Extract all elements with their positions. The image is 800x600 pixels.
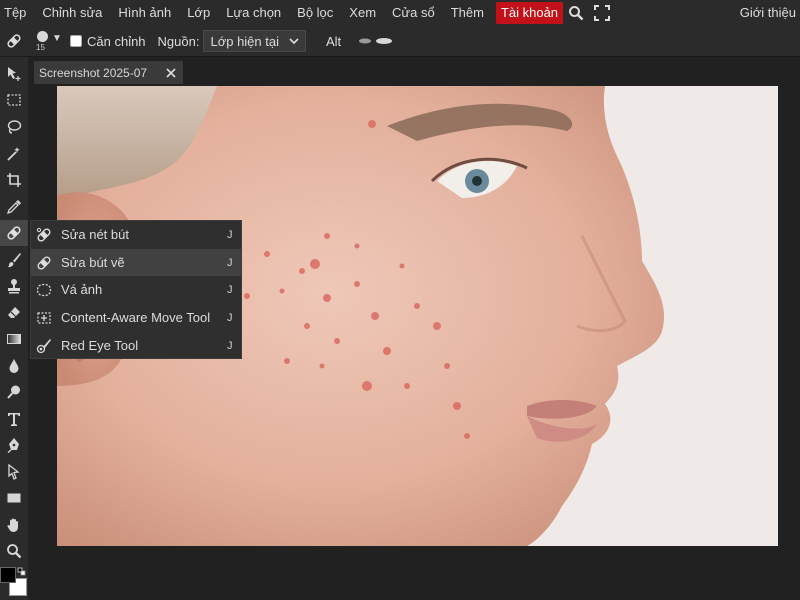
gradient-icon[interactable]	[0, 326, 28, 352]
swap-colors-icon[interactable]	[17, 567, 26, 576]
healing-tools-flyout: Sửa nét bút J Sửa bút vẽ J Vá ảnh J Cont…	[30, 220, 242, 359]
menu-bar: Tệp Chỉnh sửa Hình ảnh Lớp Lựa chọn Bộ l…	[0, 0, 800, 26]
dodge-icon[interactable]	[0, 379, 28, 405]
move-icon[interactable]	[0, 61, 28, 87]
brush-size-value: 15	[36, 43, 45, 52]
document-tab-title: Screenshot 2025-07	[39, 65, 148, 80]
hand-icon[interactable]	[0, 512, 28, 538]
menu-view[interactable]: Xem	[341, 2, 384, 24]
source-label: Nguồn:	[157, 33, 200, 49]
brush-tip-icon	[37, 31, 48, 42]
content-aware-move-icon	[37, 311, 51, 324]
flyout-item-shortcut: J	[227, 283, 233, 296]
chevron-down-icon: ▼	[52, 33, 62, 44]
fullscreen-icon[interactable]	[589, 2, 615, 24]
type-icon[interactable]	[0, 406, 28, 432]
flyout-item-label: Vá ảnh	[61, 282, 103, 297]
tool-panel	[0, 57, 28, 600]
menu-filter[interactable]: Bộ lọc	[289, 2, 341, 24]
red-eye-icon	[36, 338, 51, 353]
menu-about[interactable]: Giới thiệu	[732, 2, 800, 24]
search-icon[interactable]	[563, 2, 589, 24]
eraser-icon[interactable]	[0, 300, 28, 326]
eyedropper-icon[interactable]	[0, 194, 28, 220]
stamp-icon[interactable]	[0, 273, 28, 299]
spot-healing-icon	[36, 227, 51, 242]
flyout-item-content-aware-move[interactable]: Content-Aware Move Tool J	[31, 304, 241, 331]
flyout-item-label: Content-Aware Move Tool	[61, 310, 211, 325]
healing-brush-icon[interactable]	[0, 27, 28, 55]
flyout-item-label: Sửa nét bút	[61, 227, 129, 242]
menu-more[interactable]: Thêm	[443, 2, 492, 24]
lasso-icon[interactable]	[0, 114, 28, 140]
flyout-item-label: Sửa bút vẽ	[61, 255, 125, 270]
flyout-item-shortcut: J	[227, 339, 233, 352]
menu-layer[interactable]: Lớp	[179, 2, 218, 24]
flyout-item-label: Red Eye Tool	[61, 338, 139, 353]
healing-icon[interactable]	[0, 220, 28, 246]
brush-size-picker[interactable]: 15 ▼	[30, 27, 70, 55]
menu-edit[interactable]: Chỉnh sửa	[34, 2, 110, 24]
align-checkbox[interactable]: Căn chỉnh	[70, 34, 146, 49]
foreground-color-swatch[interactable]	[0, 567, 16, 583]
flyout-item-patch[interactable]: Vá ảnh J	[31, 276, 241, 303]
flyout-item-shortcut: J	[227, 228, 233, 241]
brush-icon[interactable]	[0, 247, 28, 273]
healing-brush-icon	[37, 255, 51, 270]
account-button[interactable]: Tài khoản	[495, 2, 564, 24]
flyout-item-spot-healing[interactable]: Sửa nét bút J	[31, 221, 241, 248]
flyout-item-healing-brush[interactable]: Sửa bút vẽ J	[31, 249, 241, 276]
brush-hardness-icon[interactable]	[357, 35, 397, 47]
document-tab[interactable]: Screenshot 2025-07	[34, 61, 183, 84]
crop-icon[interactable]	[0, 167, 28, 193]
zoom-icon[interactable]	[0, 538, 28, 564]
menu-image[interactable]: Hình ảnh	[110, 2, 179, 24]
document-tab-bar: Screenshot 2025-07	[28, 57, 800, 87]
flyout-item-shortcut: J	[227, 311, 233, 324]
shape-icon[interactable]	[0, 485, 28, 511]
blur-icon[interactable]	[0, 353, 28, 379]
menu-window[interactable]: Cửa sổ	[384, 2, 443, 24]
menu-select[interactable]: Lựa chọn	[218, 2, 289, 24]
pen-icon[interactable]	[0, 432, 28, 458]
menu-file[interactable]: Tệp	[0, 2, 34, 24]
patch-icon	[36, 283, 52, 296]
chevron-down-icon	[289, 38, 299, 45]
flyout-item-red-eye[interactable]: Red Eye Tool J	[31, 332, 241, 359]
marquee-icon[interactable]	[0, 87, 28, 113]
align-label: Căn chỉnh	[87, 33, 146, 49]
source-select[interactable]: Lớp hiện tại	[203, 30, 306, 52]
path-select-icon[interactable]	[0, 459, 28, 485]
checkbox-box[interactable]	[70, 35, 82, 47]
photo-editor-app: Tệp Chỉnh sửa Hình ảnh Lớp Lựa chọn Bộ l…	[0, 0, 800, 600]
source-select-value: Lớp hiện tại	[210, 33, 279, 49]
tool-options-bar: 15 ▼ Căn chỉnh Nguồn: Lớp hiện tại Alt	[0, 26, 800, 57]
alt-label: Alt	[326, 33, 342, 49]
magic-wand-icon[interactable]	[0, 141, 28, 167]
close-icon[interactable]	[165, 67, 177, 79]
flyout-item-shortcut: J	[227, 256, 233, 269]
